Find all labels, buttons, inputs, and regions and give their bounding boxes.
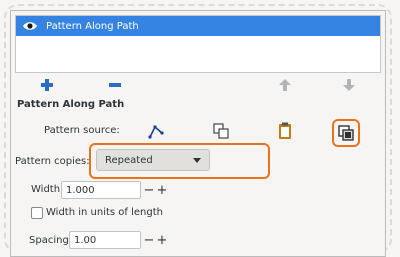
paste-icon[interactable] [275, 121, 295, 141]
width-value: 1.000 [66, 184, 95, 196]
minus-icon[interactable] [107, 77, 123, 93]
arrow-up-icon[interactable] [277, 77, 293, 93]
link-to-clipboard-icon[interactable] [336, 123, 356, 143]
effect-row-label: Pattern Along Path [46, 20, 139, 32]
spacing-input[interactable]: 1.00 [69, 231, 141, 249]
pattern-source-label: Pattern source: [44, 125, 120, 136]
width-units-label: Width in units of length [46, 207, 163, 218]
effect-row-pattern-along-path[interactable]: Pattern Along Path [16, 16, 380, 36]
pattern-copies-value: Repeated [105, 154, 153, 166]
effect-title: Pattern Along Path [17, 99, 125, 110]
width-label: Width: [31, 184, 64, 195]
chevron-down-icon [193, 158, 201, 163]
edit-on-canvas-icon[interactable] [147, 121, 167, 141]
width-input[interactable]: 1.000 [61, 181, 141, 199]
eye-icon[interactable] [22, 20, 38, 32]
width-decrement-button[interactable]: − [142, 181, 156, 199]
path-effects-panel: Pattern Along Path Pattern Along Path Pa… [10, 10, 386, 257]
spacing-increment-button[interactable]: + [155, 231, 169, 249]
width-units-checkbox[interactable] [31, 207, 43, 219]
pattern-copies-dropdown[interactable]: Repeated [96, 149, 210, 171]
spacing-label: Spacing: [29, 235, 73, 246]
copy-icon[interactable] [211, 121, 231, 141]
width-increment-button[interactable]: + [155, 181, 169, 199]
plus-icon[interactable] [39, 77, 55, 93]
effects-list[interactable]: Pattern Along Path [15, 15, 381, 73]
arrow-down-icon[interactable] [341, 77, 357, 93]
pattern-copies-label: Pattern copies: [15, 156, 90, 167]
spacing-value: 1.00 [74, 234, 97, 246]
spacing-decrement-button[interactable]: − [142, 231, 156, 249]
effects-toolbar [11, 75, 387, 95]
